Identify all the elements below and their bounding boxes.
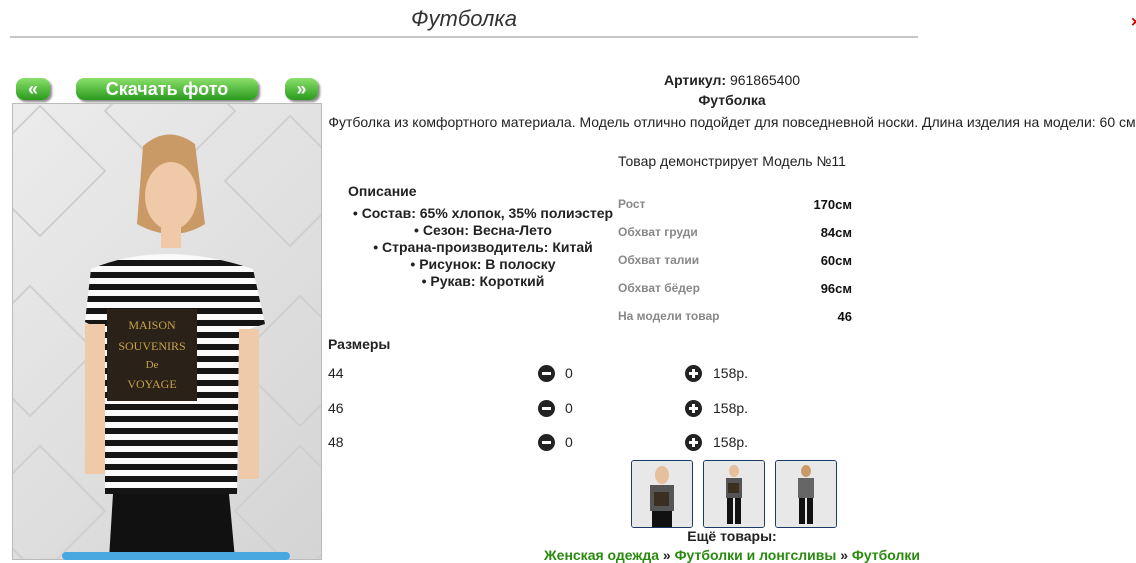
size-row: 46 0 158р.: [328, 400, 808, 420]
breadcrumb-separator: »: [662, 547, 671, 563]
measurement-label: Рост: [618, 197, 646, 211]
size-row: 48 0 158р.: [328, 434, 808, 454]
plus-icon[interactable]: [685, 365, 702, 382]
size-label: 44: [328, 365, 344, 381]
measurement-label: На модели товар: [618, 309, 720, 323]
plus-icon[interactable]: [685, 400, 702, 417]
description-item: Рисунок: В полоску: [340, 256, 626, 273]
photo-thumbnail[interactable]: [775, 460, 837, 528]
prev-photo-button[interactable]: «: [16, 78, 50, 100]
measurement-label: Обхват бёдер: [618, 281, 700, 295]
more-products-label: Ещё товары:: [687, 528, 777, 544]
title-divider: [10, 36, 918, 38]
article-value: 961865400: [729, 72, 801, 88]
photo-thumbnail[interactable]: [631, 460, 693, 528]
svg-text:VOYAGE: VOYAGE: [127, 377, 176, 391]
download-photo-button[interactable]: Скачать фото: [76, 78, 258, 100]
description-item: Рукав: Короткий: [340, 273, 626, 290]
breadcrumb-link-tshirts[interactable]: Футболки: [852, 547, 920, 563]
plus-icon[interactable]: [685, 434, 702, 451]
measurement-label: Обхват груди: [618, 225, 698, 239]
product-name: Футболка: [698, 92, 766, 108]
close-icon[interactable]: ×: [1131, 14, 1136, 32]
sizes-title: Размеры: [328, 336, 391, 352]
size-price: 158р.: [713, 434, 749, 450]
measurement-value: 96см: [820, 281, 852, 296]
measurement-value: 170см: [813, 197, 852, 212]
size-price: 158р.: [713, 365, 749, 381]
minus-icon[interactable]: [538, 365, 555, 382]
breadcrumb-link-women[interactable]: Женская одежда: [544, 547, 659, 563]
minus-icon[interactable]: [538, 400, 555, 417]
model-demo-text: Товар демонстрирует Модель №11: [618, 153, 846, 169]
quantity-value: 0: [565, 400, 573, 416]
breadcrumb-link-tshirts-longsleeves[interactable]: Футболки и лонгсливы: [675, 547, 837, 563]
description-item: Сезон: Весна-Лето: [340, 222, 626, 239]
quantity-value: 0: [565, 434, 573, 450]
description-title: Описание: [348, 183, 417, 199]
next-photo-button[interactable]: »: [285, 78, 318, 100]
size-price: 158р.: [713, 400, 749, 416]
description-list: Состав: 65% хлопок, 35% полиэстер Сезон:…: [340, 205, 626, 290]
breadcrumb-separator: »: [840, 547, 848, 563]
size-label: 46: [328, 400, 344, 416]
photo-thumbnail[interactable]: [703, 460, 765, 528]
measurement-value: 46: [837, 309, 852, 324]
size-row: 44 0 158р.: [328, 365, 808, 385]
svg-text:SOUVENIRS: SOUVENIRS: [118, 339, 185, 353]
quantity-value: 0: [565, 365, 573, 381]
photo-scrollbar[interactable]: [62, 552, 290, 560]
minus-icon[interactable]: [538, 434, 555, 451]
measurement-value: 60см: [820, 253, 852, 268]
size-label: 48: [328, 434, 344, 450]
product-photo: MAISON SOUVENIRS De VOYAGE: [12, 103, 322, 560]
description-item: Страна-производитель: Китай: [340, 239, 626, 256]
article-label: Артикул:: [663, 72, 727, 88]
page-title: Футболка: [411, 6, 517, 31]
measurement-value: 84см: [820, 225, 852, 240]
svg-text:De: De: [146, 359, 159, 371]
svg-text:MAISON: MAISON: [128, 318, 176, 332]
model-figure: MAISON SOUVENIRS De VOYAGE: [85, 134, 265, 559]
product-description: Футболка из комфортного материала. Модел…: [328, 114, 1136, 130]
measurement-label: Обхват талии: [618, 253, 700, 267]
breadcrumb: Женская одежда » Футболки и лонгсливы » …: [328, 547, 1136, 563]
article-line: Артикул: 961865400: [328, 72, 1136, 88]
description-item: Состав: 65% хлопок, 35% полиэстер: [340, 205, 626, 222]
